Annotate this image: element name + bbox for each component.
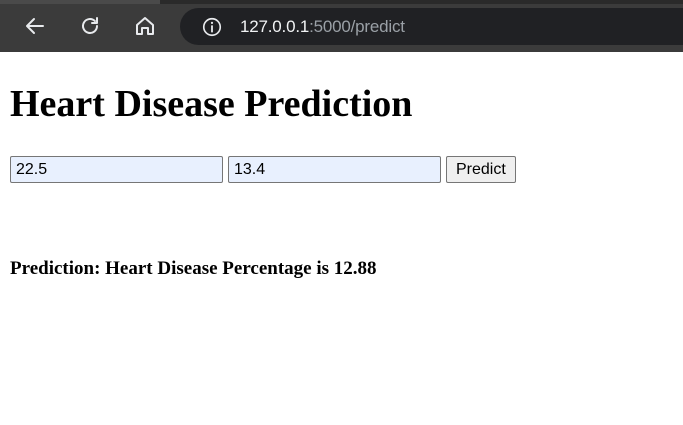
prediction-result: Prediction: Heart Disease Percentage is … <box>10 258 377 279</box>
browser-toolbar: 127.0.0.1:5000/predict <box>0 0 683 52</box>
info-icon <box>202 17 222 36</box>
url-path: :5000/predict <box>309 16 405 36</box>
home-icon <box>136 17 154 35</box>
back-arrow-icon <box>26 18 44 34</box>
site-info-button[interactable] <box>200 15 224 39</box>
page-title: Heart Disease Prediction <box>10 83 413 125</box>
url-text[interactable]: 127.0.0.1:5000/predict <box>240 17 405 37</box>
active-tab-edge <box>0 0 160 4</box>
feature-input-1[interactable] <box>10 156 223 183</box>
prediction-form: Predict <box>10 156 673 183</box>
url-host: 127.0.0.1 <box>240 16 310 36</box>
page-content: Heart Disease Prediction Predict Predict… <box>0 82 683 280</box>
feature-input-2[interactable] <box>228 156 441 183</box>
address-bar[interactable]: 127.0.0.1:5000/predict <box>180 8 683 45</box>
predict-button[interactable]: Predict <box>446 156 516 183</box>
reload-button[interactable] <box>76 12 104 40</box>
back-button[interactable] <box>21 12 49 40</box>
reload-icon <box>82 17 98 34</box>
home-button[interactable] <box>131 12 159 40</box>
